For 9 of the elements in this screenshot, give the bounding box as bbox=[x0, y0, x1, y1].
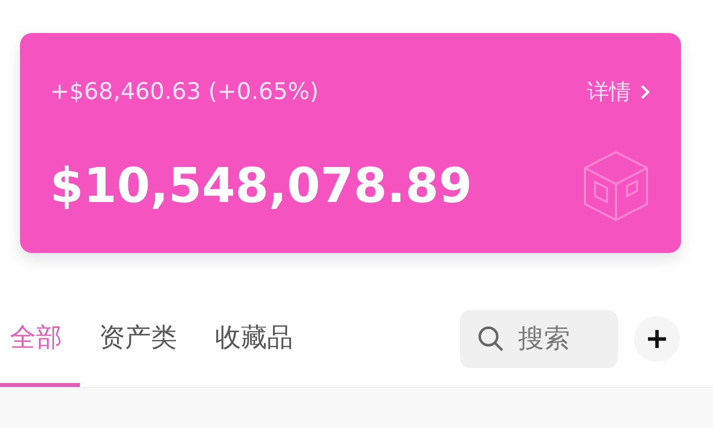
plus-icon bbox=[646, 328, 668, 350]
search-icon bbox=[476, 324, 506, 354]
category-tab[interactable]: 收藏品 bbox=[196, 290, 312, 387]
change-amount: +$68,460.63 (+0.65%) bbox=[50, 78, 319, 107]
category-tab[interactable]: 资产类 bbox=[80, 290, 196, 387]
chevron-right-icon bbox=[639, 84, 651, 100]
search-field[interactable]: 搜索 bbox=[460, 310, 618, 368]
add-button[interactable] bbox=[634, 316, 680, 362]
total-balance: $10,548,078.89 bbox=[50, 162, 472, 210]
